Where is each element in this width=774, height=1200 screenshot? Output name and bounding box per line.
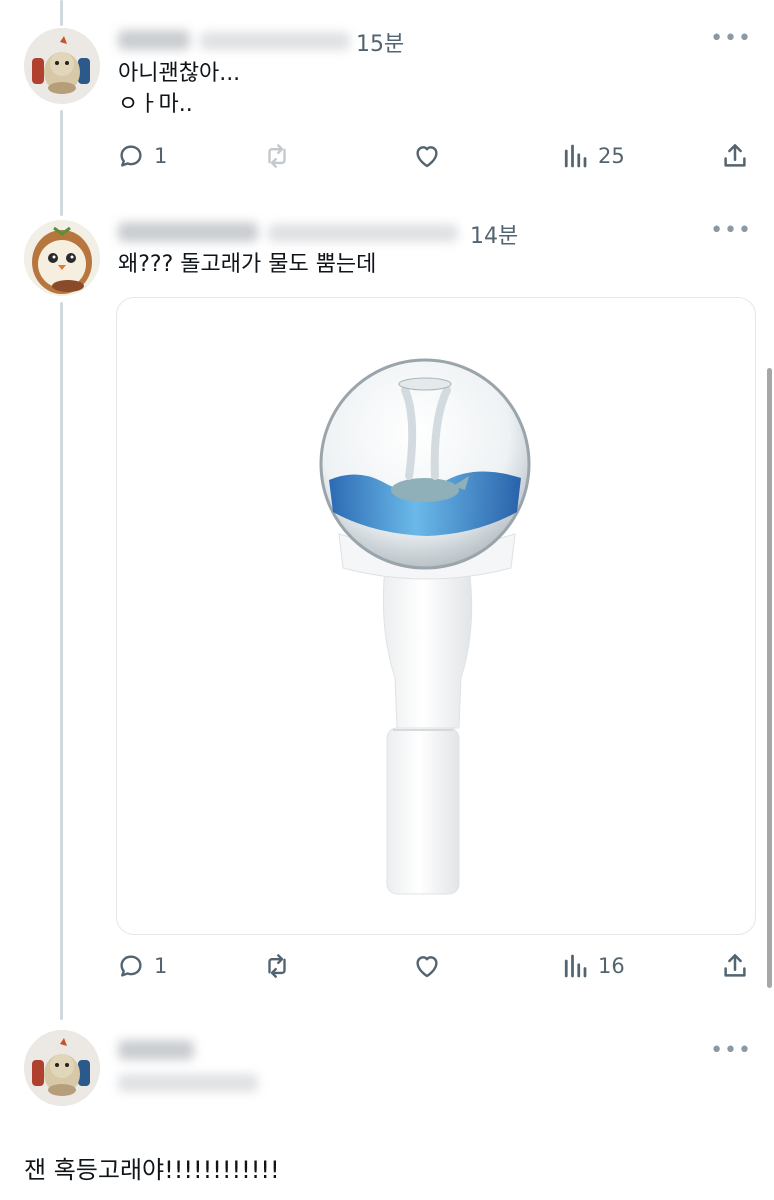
share-icon [724,144,746,167]
username-blurred [118,1040,194,1060]
reply-button[interactable]: 1 [116,136,167,176]
like-button[interactable] [412,946,442,986]
tweet-media-image[interactable] [116,297,756,935]
avatar[interactable] [24,220,100,296]
heart-icon [416,146,438,168]
tweet-time: 15분 [356,32,405,57]
tweet-text: 왜??? 돌고래가 물도 뿜는데 [118,252,377,277]
retweet-button[interactable] [262,946,292,986]
avatar[interactable] [24,28,100,104]
whale-lightstick-image [319,358,531,895]
username-blurred [118,30,190,50]
handle-blurred [268,224,458,242]
share-icon [724,954,746,977]
tweet-actions: 1 25 [116,136,756,176]
retweet-button[interactable] [262,136,292,176]
thread-line-top [60,0,63,26]
more-options-icon[interactable]: ••• [710,220,752,242]
views-count: 25 [598,144,625,168]
thread-line-2 [60,302,63,1020]
more-options-icon[interactable]: ••• [710,28,752,50]
reply-button[interactable]: 1 [116,946,167,986]
reply-icon [120,145,142,167]
reply-count: 1 [154,954,168,978]
views-count: 16 [598,954,625,978]
views-bar-chart-icon [564,144,587,168]
retweet-icon [268,144,286,168]
owl-avatar-icon [24,220,100,296]
reply-count: 1 [154,144,168,168]
tweet-text: 잰 혹등고래야!!!!!!!!!!!! [24,1156,280,1184]
plush-doll-avatar-icon [24,1030,100,1106]
views-button[interactable]: 25 [560,136,625,176]
avatar[interactable] [24,1030,100,1106]
handle-blurred [118,1074,258,1092]
views-button[interactable]: 16 [560,946,625,986]
username-blurred [118,222,258,242]
views-bar-chart-icon [564,954,587,978]
like-button[interactable] [412,136,442,176]
retweet-icon [268,954,286,978]
share-button[interactable] [720,946,750,986]
more-options-icon[interactable]: ••• [710,1040,752,1062]
tweet-actions: 1 16 [116,946,756,986]
share-button[interactable] [720,136,750,176]
heart-icon [416,956,438,978]
tweet-text: 아니괜찮아... ㅇㅏ마.. [118,61,241,117]
reply-icon [120,955,142,977]
handle-blurred [200,32,350,50]
scrollbar[interactable] [767,368,772,988]
tweet-time: 14분 [470,224,519,249]
thread-line-1 [60,110,63,216]
plush-doll-avatar-icon [24,28,100,104]
